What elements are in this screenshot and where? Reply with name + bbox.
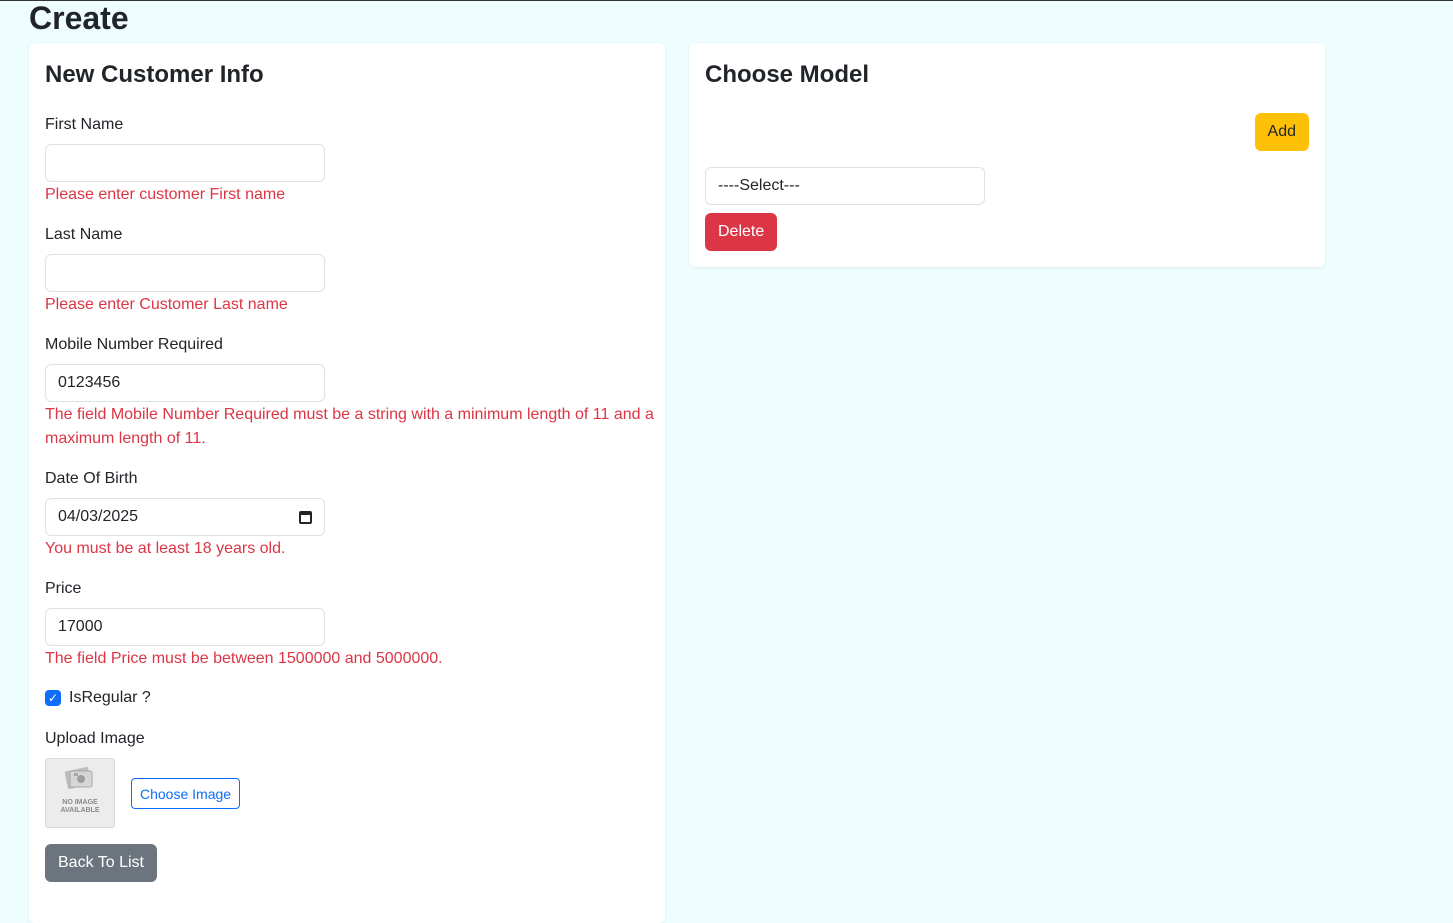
- mobile-error: The field Mobile Number Required must be…: [45, 406, 654, 447]
- dob-error: You must be at least 18 years old.: [45, 540, 286, 557]
- model-select[interactable]: ----Select---: [705, 167, 985, 205]
- back-to-list-button[interactable]: Back To List: [45, 844, 157, 882]
- model-select-value: ----Select---: [718, 177, 800, 194]
- price-error: The field Price must be between 1500000 …: [45, 650, 443, 667]
- dob-value: 04/03/2025: [58, 508, 139, 525]
- add-button[interactable]: Add: [1254, 113, 1309, 151]
- is-regular-row: ✓ IsRegular ?: [45, 689, 151, 707]
- no-image-placeholder: NO IMAGE AVAILABLE: [45, 758, 115, 828]
- price-label: Price: [45, 580, 82, 597]
- last-name-error: Please enter Customer Last name: [45, 296, 288, 313]
- last-name-input[interactable]: [45, 254, 325, 292]
- choose-image-button[interactable]: Choose Image: [131, 778, 241, 809]
- model-card-title: Choose Model: [705, 61, 870, 88]
- dob-label: Date Of Birth: [45, 470, 138, 487]
- first-name-input[interactable]: [45, 144, 325, 182]
- calendar-icon[interactable]: [299, 510, 312, 524]
- mobile-value: 0123456: [58, 374, 121, 391]
- customer-card-title: New Customer Info: [45, 61, 264, 88]
- first-name-error: Please enter customer First name: [45, 186, 286, 203]
- mobile-input[interactable]: 0123456: [45, 364, 325, 402]
- mobile-label: Mobile Number Required: [45, 336, 223, 353]
- price-value: 17000: [58, 618, 103, 635]
- dob-input[interactable]: 04/03/2025: [45, 498, 325, 536]
- page-title: Create: [29, 0, 129, 36]
- no-image-text: NO IMAGE AVAILABLE: [60, 799, 100, 814]
- last-name-label: Last Name: [45, 226, 123, 243]
- image-placeholder-icon: [65, 767, 93, 789]
- is-regular-checkbox[interactable]: ✓: [45, 690, 61, 706]
- price-input[interactable]: 17000: [45, 608, 325, 646]
- upload-image-label: Upload Image: [45, 730, 145, 747]
- first-name-label: First Name: [45, 116, 124, 133]
- is-regular-label: IsRegular ?: [69, 689, 151, 706]
- choose-model-card: Choose Model Add ----Select--- Delete: [689, 43, 1325, 267]
- delete-button[interactable]: Delete: [705, 213, 778, 251]
- new-customer-card: New Customer Info First Name Please ente…: [29, 43, 665, 923]
